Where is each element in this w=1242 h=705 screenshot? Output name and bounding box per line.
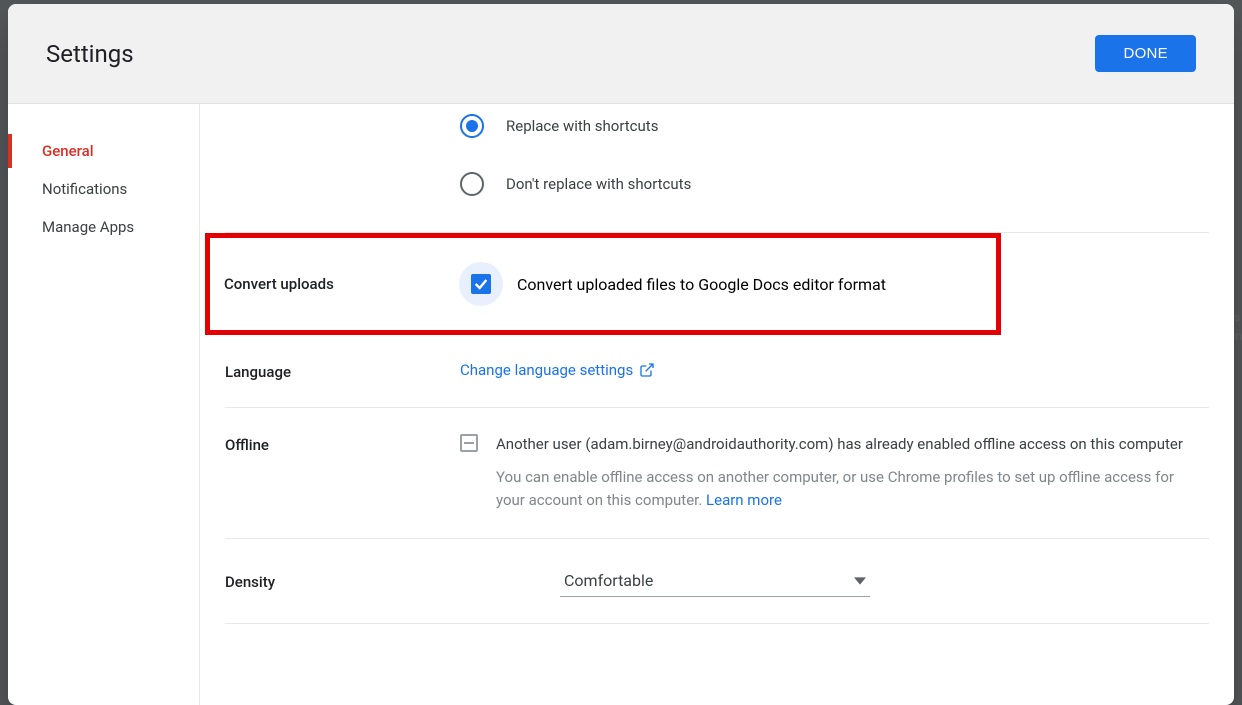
settings-content: . Replace with shortcuts Don't replace w… (200, 104, 1234, 705)
done-button[interactable]: DONE (1095, 35, 1196, 72)
learn-more-link[interactable]: Learn more (706, 489, 782, 512)
section-body: Change language settings (460, 361, 1209, 381)
section-body: Replace with shortcuts Don't replace wit… (460, 114, 1209, 200)
external-link-icon (639, 362, 655, 378)
section-label: Density (225, 571, 460, 591)
convert-text: Convert uploaded files to Google Docs ed… (517, 275, 886, 294)
radio-unselected-icon (460, 172, 484, 196)
density-section: Density Comfortable (225, 539, 1209, 624)
chevron-down-icon (854, 575, 866, 587)
offline-sub-text: You can enable offline access on another… (496, 466, 1199, 513)
dialog-body: General Notifications Manage Apps . Repl… (8, 104, 1234, 705)
density-value: Comfortable (564, 571, 653, 590)
section-label: Language (225, 361, 460, 381)
link-text: Change language settings (460, 361, 633, 379)
convert-section: Convert uploads Convert uploaded files t… (224, 262, 982, 306)
sidebar-item-manage-apps[interactable]: Manage Apps (8, 210, 199, 244)
checkbox-checked-icon (471, 274, 491, 294)
section-label: Offline (225, 434, 460, 512)
language-section: Language Change language settings (225, 335, 1209, 408)
radio-option-dont-replace[interactable]: Don't replace with shortcuts (460, 172, 1209, 196)
checkbox-indeterminate-icon (460, 434, 478, 452)
dialog-header: Settings DONE (8, 4, 1234, 104)
sidebar-item-general[interactable]: General (8, 134, 199, 168)
shortcuts-section: . Replace with shortcuts Don't replace w… (225, 104, 1209, 233)
change-language-link[interactable]: Change language settings (460, 361, 655, 379)
section-label: Convert uploads (224, 275, 459, 293)
section-body: Another user (adam.birney@androidauthori… (460, 434, 1209, 512)
radio-label: Don't replace with shortcuts (506, 175, 691, 193)
offline-section: Offline Another user (adam.birney@androi… (225, 408, 1209, 539)
offline-main-text: Another user (adam.birney@androidauthori… (496, 434, 1199, 456)
sidebar-item-notifications[interactable]: Notifications (8, 172, 199, 206)
settings-dialog: Settings DONE General Notifications Mana… (8, 4, 1234, 705)
density-select[interactable]: Comfortable (560, 565, 870, 597)
radio-label: Replace with shortcuts (506, 117, 658, 135)
page-title: Settings (46, 40, 134, 68)
checkbox-wrapper[interactable] (459, 262, 503, 306)
convert-highlight-box: Convert uploads Convert uploaded files t… (205, 233, 1001, 335)
sidebar: General Notifications Manage Apps (8, 104, 200, 705)
radio-selected-icon (460, 114, 484, 138)
radio-option-replace[interactable]: Replace with shortcuts (460, 114, 1209, 138)
